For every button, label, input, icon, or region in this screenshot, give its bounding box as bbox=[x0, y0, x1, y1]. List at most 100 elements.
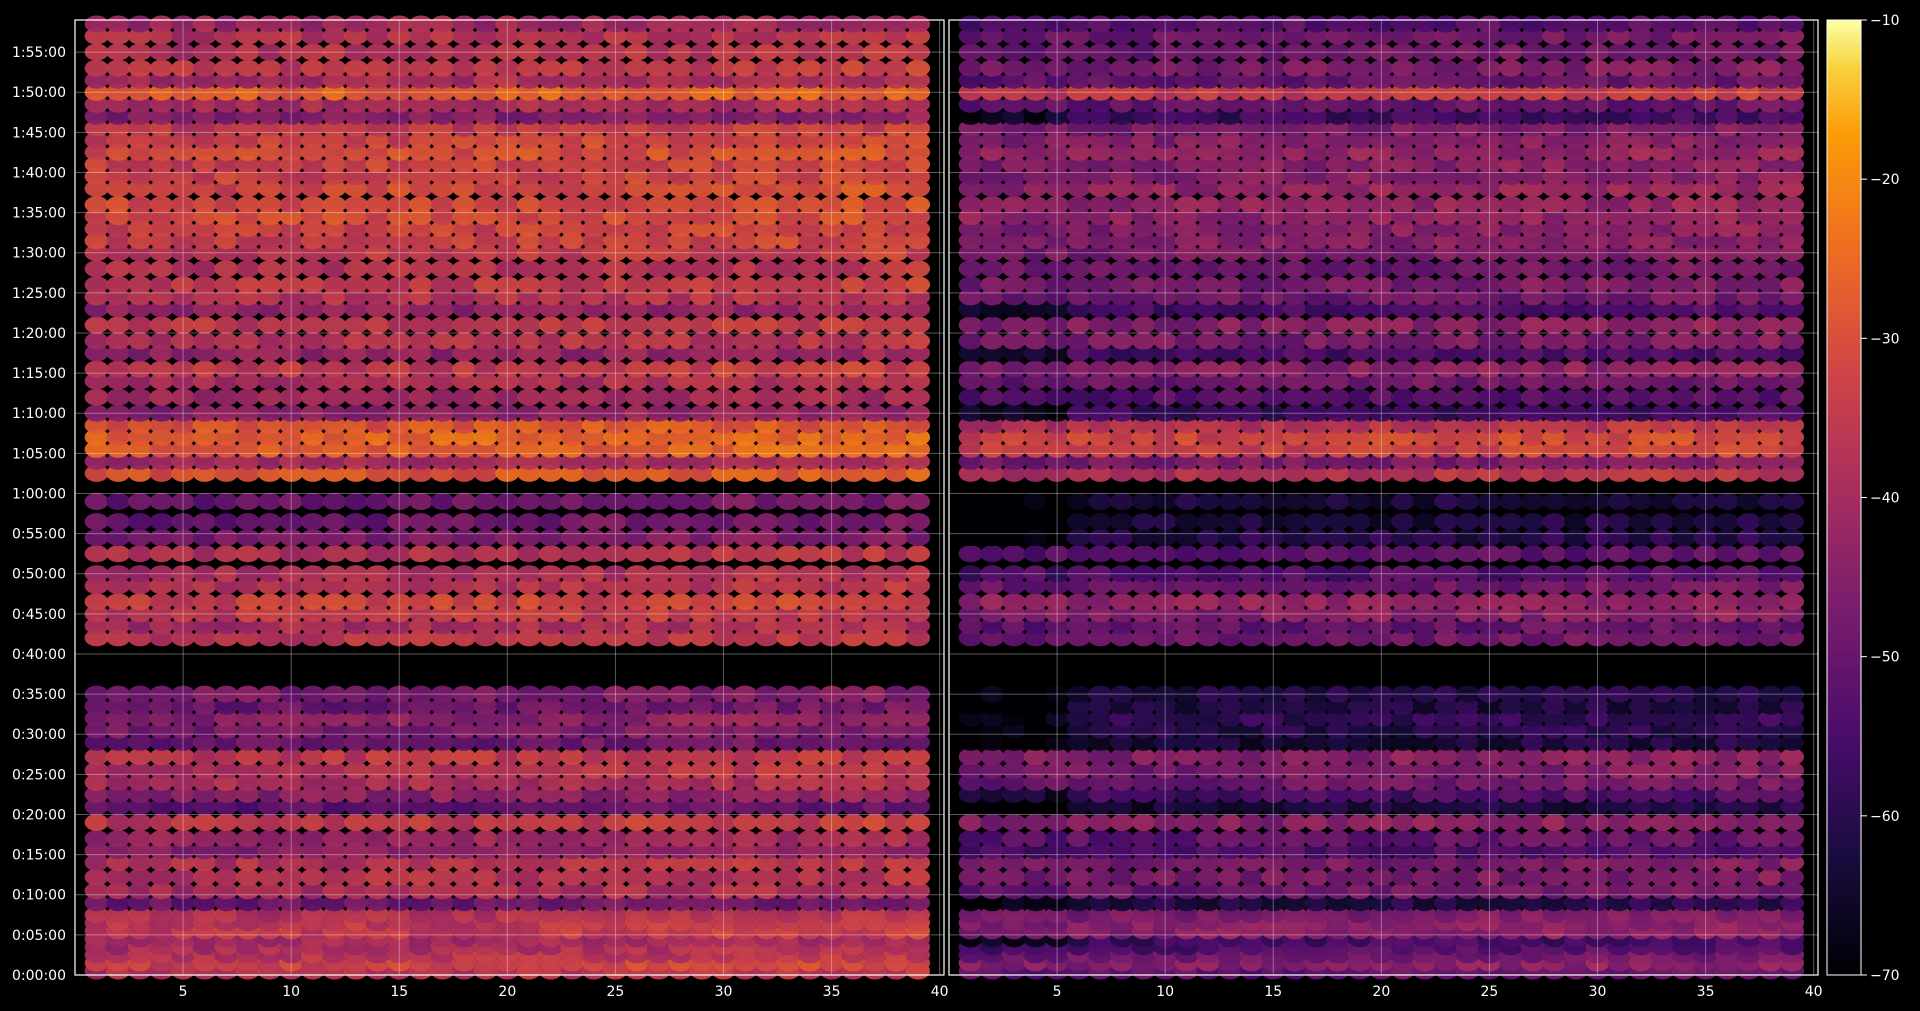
heatmap-cell bbox=[1499, 360, 1523, 378]
heatmap-cell bbox=[408, 15, 433, 33]
heatmap-cell bbox=[625, 529, 649, 547]
heatmap-cell bbox=[1650, 332, 1675, 350]
heatmap-cell bbox=[1628, 814, 1653, 831]
heatmap-cell bbox=[1672, 316, 1696, 334]
heatmap-cell bbox=[430, 332, 455, 350]
heatmap-cell bbox=[452, 276, 477, 294]
heatmap-cell bbox=[1282, 360, 1307, 378]
heatmap-cell bbox=[1174, 360, 1199, 378]
heatmap-cell bbox=[581, 814, 606, 831]
heatmap-cell bbox=[214, 493, 239, 510]
heatmap-cell bbox=[625, 360, 649, 378]
heatmap-cell bbox=[958, 513, 983, 531]
heatmap-cell bbox=[581, 545, 606, 563]
heatmap-cell bbox=[1218, 276, 1242, 294]
heatmap-cell bbox=[84, 830, 109, 848]
heatmap-cell bbox=[1282, 276, 1307, 294]
heatmap-cell bbox=[646, 529, 671, 547]
heatmap-cell bbox=[625, 868, 649, 886]
heatmap-cell bbox=[214, 545, 239, 563]
heatmap-cell bbox=[235, 388, 260, 406]
heatmap-cell bbox=[1563, 814, 1588, 831]
heatmap-cell bbox=[517, 513, 541, 531]
heatmap-cell bbox=[257, 196, 282, 214]
heatmap-cell bbox=[668, 545, 693, 563]
heatmap-cell bbox=[625, 388, 649, 406]
heatmap-cell bbox=[1499, 260, 1523, 278]
heatmap-cell bbox=[560, 513, 585, 531]
heatmap-cell bbox=[1455, 513, 1480, 531]
heatmap-cell bbox=[560, 545, 585, 563]
heatmap-cell bbox=[1715, 545, 1740, 563]
heatmap-cell bbox=[754, 830, 779, 848]
heatmap-cell bbox=[538, 513, 563, 531]
heatmap-cell bbox=[733, 493, 758, 510]
heatmap-cell bbox=[538, 276, 563, 294]
heatmap-cell bbox=[1715, 332, 1740, 350]
heatmap-cell bbox=[884, 388, 909, 406]
heatmap-cell bbox=[1326, 332, 1351, 350]
heatmap-cell bbox=[689, 493, 714, 510]
heatmap-cell bbox=[1607, 276, 1632, 294]
heatmap-cell bbox=[733, 196, 758, 214]
heatmap-cell bbox=[1563, 493, 1588, 510]
heatmap-cell bbox=[1131, 360, 1156, 378]
heatmap-cell bbox=[776, 493, 801, 510]
heatmap-cell bbox=[517, 196, 541, 214]
heatmap-cell bbox=[365, 814, 390, 831]
heatmap-cell bbox=[1023, 593, 1048, 611]
heatmap-cell bbox=[1174, 545, 1199, 563]
heatmap-cell bbox=[1499, 332, 1523, 350]
heatmap-cell bbox=[408, 513, 433, 531]
heatmap-cell bbox=[689, 545, 714, 563]
heatmap-cell bbox=[980, 388, 1005, 406]
heatmap-cell bbox=[1023, 868, 1048, 886]
heatmap-cell bbox=[127, 260, 152, 278]
heatmap-cell bbox=[344, 260, 368, 278]
heatmap-cell bbox=[1758, 316, 1783, 334]
heatmap-cell bbox=[754, 196, 779, 214]
heatmap-cell bbox=[581, 59, 606, 77]
heatmap-cell bbox=[1196, 529, 1221, 547]
heatmap-cell bbox=[538, 316, 563, 334]
heatmap-cell bbox=[192, 332, 217, 350]
heatmap-cell bbox=[841, 830, 866, 848]
heatmap-cell bbox=[1023, 276, 1048, 294]
heatmap-cell bbox=[1131, 388, 1156, 406]
heatmap-cell bbox=[1715, 814, 1740, 831]
heatmap-cell bbox=[733, 830, 758, 848]
heatmap-cell bbox=[581, 196, 606, 214]
heatmap-cell bbox=[980, 529, 1005, 547]
heatmap-cell bbox=[106, 593, 131, 611]
heatmap-cell bbox=[1131, 830, 1156, 848]
heatmap-cell bbox=[344, 360, 368, 378]
heatmap-cell bbox=[646, 388, 671, 406]
heatmap-cell bbox=[776, 593, 801, 611]
heatmap-cell bbox=[517, 15, 541, 33]
heatmap-cell bbox=[1174, 493, 1199, 510]
heatmap-cell bbox=[452, 59, 477, 77]
heatmap-cell bbox=[1304, 868, 1329, 886]
heatmap-cell bbox=[149, 59, 174, 77]
heatmap-cell bbox=[84, 260, 109, 278]
heatmap-cell bbox=[1780, 196, 1805, 214]
heatmap-cell bbox=[1434, 814, 1459, 831]
heatmap-cell bbox=[1001, 332, 1026, 350]
heatmap-cell bbox=[1088, 196, 1113, 214]
heatmap-cell bbox=[257, 814, 282, 831]
heatmap-cell bbox=[1542, 814, 1567, 831]
heatmap-cell bbox=[84, 529, 109, 547]
heatmap-cell bbox=[1434, 260, 1459, 278]
heatmap-cell bbox=[1023, 529, 1048, 547]
heatmap-cell bbox=[1088, 513, 1113, 531]
heatmap-cell bbox=[862, 360, 887, 378]
heatmap-cell bbox=[127, 529, 152, 547]
heatmap-cell bbox=[884, 316, 909, 334]
heatmap-cell bbox=[1736, 814, 1761, 831]
heatmap-cell bbox=[192, 493, 217, 510]
heatmap-cell bbox=[84, 593, 109, 611]
heatmap-cell bbox=[127, 332, 152, 350]
heatmap-cell bbox=[1715, 529, 1740, 547]
heatmap-cell bbox=[1607, 316, 1632, 334]
heatmap-cell bbox=[841, 360, 866, 378]
